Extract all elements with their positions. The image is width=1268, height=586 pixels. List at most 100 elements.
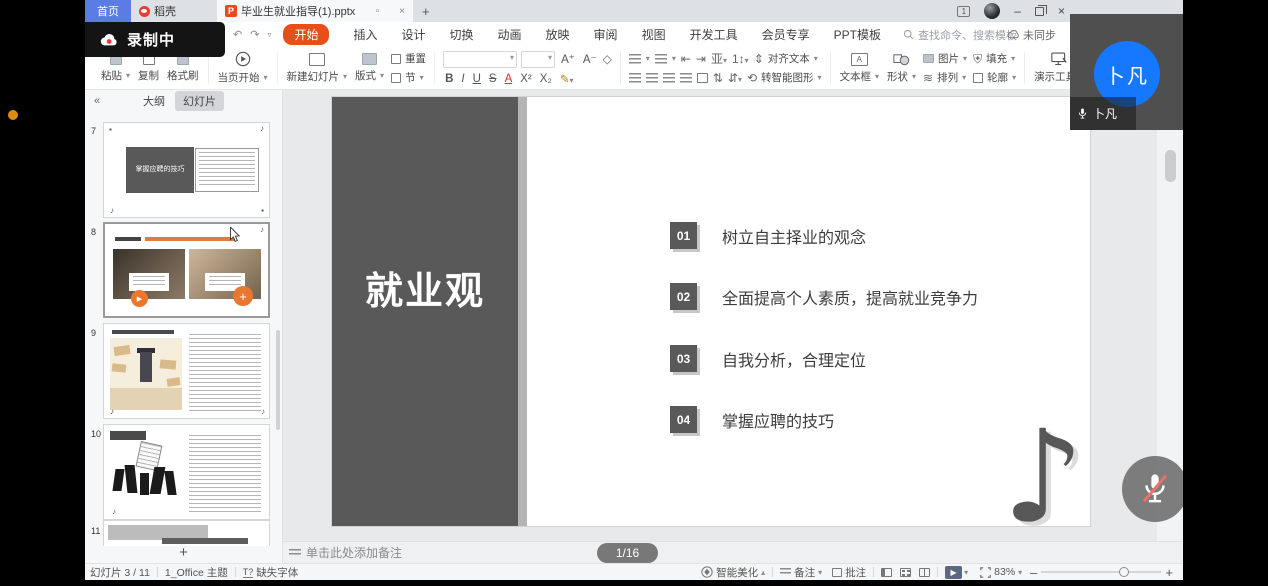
add-slide-button[interactable]: +	[179, 546, 188, 560]
zoom-out-button[interactable]: –	[1030, 565, 1037, 580]
outline-button[interactable]: 轮廓▾	[973, 70, 1016, 85]
notes-bar[interactable]: 单击此处添加备注 1/16	[283, 541, 1183, 563]
close-button[interactable]: ×	[1058, 4, 1065, 18]
menu-item-slideshow[interactable]: 放映	[546, 26, 570, 43]
collapse-sidebar-icon[interactable]: «	[94, 95, 100, 107]
text-direction-icon[interactable]: 亚▾	[711, 53, 727, 65]
tab-home[interactable]: 首页	[85, 0, 131, 22]
slideshow-play-button[interactable]: ▶	[945, 566, 962, 579]
quick-access-more-icon[interactable]: ▿	[267, 30, 271, 39]
zoom-slider-knob[interactable]	[1119, 567, 1129, 577]
section-button[interactable]: 节▾	[391, 70, 426, 85]
underline-button[interactable]: U	[471, 73, 483, 85]
layout-button[interactable]: 版式▾	[351, 47, 388, 89]
menu-item-review[interactable]: 审阅	[594, 26, 618, 43]
smart-graphic-button[interactable]: ⟲转智能图形▾	[747, 70, 822, 85]
slide-list-item[interactable]: 01 树立自主择业的观念	[670, 222, 866, 249]
redo-icon[interactable]: ↷	[250, 28, 259, 41]
missing-font-status[interactable]: T? 缺失字体	[243, 565, 299, 580]
comments-button[interactable]: 批注	[832, 565, 866, 580]
slide-thumbnail-9[interactable]: ♪ ♪	[103, 323, 270, 419]
increase-font-button[interactable]: A⁺	[559, 52, 577, 66]
zoom-slider[interactable]	[1041, 571, 1161, 573]
shapes-button[interactable]: 形状▾	[883, 47, 920, 89]
paragraph-spacing-icon[interactable]: ⇅	[713, 72, 723, 84]
new-slide-button[interactable]: 新建幻灯片▾	[283, 47, 352, 89]
font-color-button[interactable]: A	[503, 73, 515, 85]
slide-thumbnail-11[interactable]	[103, 520, 270, 546]
align-center-icon[interactable]	[646, 73, 658, 83]
distribute-icon[interactable]	[697, 73, 708, 83]
video-call-float[interactable]: 卜凡 卜凡	[1070, 14, 1183, 130]
new-tab-button[interactable]: +	[413, 0, 439, 22]
menu-item-templates[interactable]: PPT模板	[834, 26, 881, 43]
decrease-indent-icon[interactable]: ⇤	[681, 53, 691, 65]
sidebar-scrollbar[interactable]	[276, 330, 280, 430]
align-left-icon[interactable]	[629, 73, 641, 83]
italic-button[interactable]: I	[459, 73, 466, 85]
superscript-button[interactable]: X²	[518, 73, 534, 85]
bold-button[interactable]: B	[443, 73, 455, 85]
slide-list-item[interactable]: 03 自我分析，合理定位	[670, 345, 866, 372]
decrease-font-button[interactable]: A⁻	[581, 52, 599, 66]
row-spacing-icon[interactable]: ⇵▾	[728, 72, 742, 84]
menu-item-animation[interactable]: 动画	[498, 26, 522, 43]
text-box-button[interactable]: A 文本框▾	[836, 47, 884, 89]
font-name-combo[interactable]	[443, 51, 517, 68]
caret-icon[interactable]: ▾	[964, 568, 968, 577]
slide-thumbnail-7[interactable]: ▪ ♪ 掌握应聘的技巧 ♪ ▪	[103, 122, 270, 218]
menu-item-transition[interactable]: 切换	[450, 26, 474, 43]
menu-item-insert[interactable]: 插入	[353, 26, 377, 43]
fit-zoom-control[interactable]: 83% ▾	[980, 566, 1022, 578]
account-avatar[interactable]	[984, 3, 1000, 19]
editor-scrollbar-thumb[interactable]	[1165, 150, 1176, 182]
smart-beautify-button[interactable]: 智能美化 ▴	[701, 565, 765, 580]
tab-slides[interactable]: 幻灯片	[175, 91, 224, 111]
align-right-icon[interactable]	[663, 73, 675, 83]
slide-canvas[interactable]: 就业观 01 树立自主择业的观念 02 全面提高个人素质，提高就业竞争力 03 …	[332, 97, 1090, 526]
zoom-in-button[interactable]: +	[1165, 565, 1173, 580]
restore-button[interactable]	[1035, 7, 1044, 16]
menu-item-devtools[interactable]: 开发工具	[690, 26, 738, 43]
slide-list-item[interactable]: 04 掌握应聘的技巧	[670, 406, 834, 433]
mic-muted-button[interactable]	[1122, 456, 1183, 522]
reset-button[interactable]: 重置	[391, 51, 426, 66]
reading-view-button[interactable]	[919, 568, 930, 577]
line-spacing-icon[interactable]: 1↕▾	[732, 53, 749, 65]
window-count-badge[interactable]: 1	[957, 6, 970, 17]
recording-indicator[interactable]: 录制中	[85, 22, 225, 57]
menu-item-home[interactable]: 开始	[283, 24, 329, 45]
slide-thumbnail-8[interactable]: ▶ + ♪	[103, 222, 270, 318]
slide-title[interactable]: 就业观	[332, 260, 518, 315]
tab-pin-icon[interactable]: ▫	[375, 6, 379, 17]
picture-button[interactable]: 图片▾	[923, 51, 967, 66]
slide-sorter-view-button[interactable]	[900, 568, 911, 577]
slide-list-item[interactable]: 02 全面提高个人素质，提高就业竞争力	[670, 283, 978, 310]
tab-close-icon[interactable]: ×	[399, 6, 405, 17]
normal-view-button[interactable]	[881, 568, 892, 577]
clear-format-icon[interactable]: ◇	[603, 53, 612, 65]
strikethrough-button[interactable]: S	[487, 73, 499, 85]
increase-indent-icon[interactable]: ⇥	[696, 53, 706, 65]
slide-thumbnail-10[interactable]: ♪	[103, 424, 270, 520]
menu-item-view[interactable]: 视图	[642, 26, 666, 43]
menu-item-design[interactable]: 设计	[401, 26, 425, 43]
tab-document[interactable]: P 毕业生就业指导(1).pptx ▫ ×	[217, 0, 413, 22]
arrange-button[interactable]: ≋排列▾	[923, 70, 967, 85]
sync-status[interactable]: 未同步	[1007, 27, 1056, 43]
menu-item-member[interactable]: 会员专享	[762, 26, 810, 43]
align-text-button[interactable]: ⇕对齐文本▾	[754, 51, 818, 66]
notes-toggle-button[interactable]: 备注 ▾	[780, 565, 822, 580]
minimize-button[interactable]: –	[1014, 4, 1021, 18]
tab-outline[interactable]: 大纲	[143, 93, 165, 109]
highlight-button[interactable]: ✎▾	[558, 72, 576, 86]
justify-icon[interactable]	[680, 73, 692, 83]
bullet-list-icon[interactable]	[629, 54, 641, 64]
command-search[interactable]: 查找命令、搜索模板	[903, 27, 1017, 43]
numbered-list-icon[interactable]	[655, 54, 667, 64]
tab-docer[interactable]: 稻壳	[131, 0, 217, 22]
fill-button[interactable]: ⛨填充▾	[973, 51, 1016, 66]
subscript-button[interactable]: X₂	[538, 73, 554, 85]
undo-icon[interactable]: ↶	[233, 28, 242, 41]
font-size-combo[interactable]	[521, 51, 555, 68]
